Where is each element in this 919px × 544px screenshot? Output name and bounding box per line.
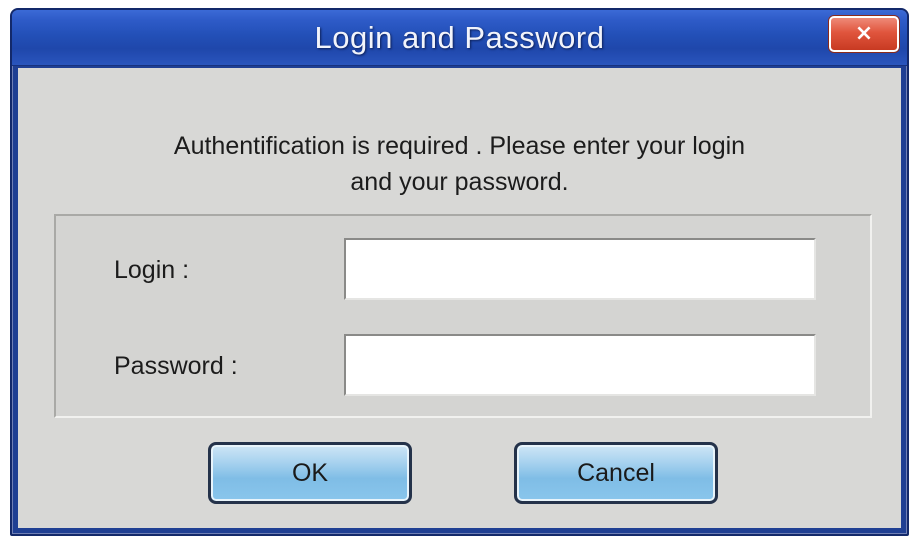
ok-button[interactable]: OK bbox=[208, 442, 412, 504]
credentials-panel: Login : Password : bbox=[54, 214, 872, 418]
auth-message-line-2: and your password. bbox=[350, 168, 569, 196]
login-dialog-window: Login and Password × Authentification is… bbox=[10, 8, 909, 536]
dialog-body: Authentification is required . Please en… bbox=[18, 68, 901, 528]
password-label: Password : bbox=[114, 352, 238, 380]
cancel-button[interactable]: Cancel bbox=[514, 442, 718, 504]
login-input[interactable] bbox=[344, 238, 816, 300]
window-title: Login and Password bbox=[314, 20, 605, 55]
auth-message-line-1: Authentification is required . Please en… bbox=[173, 132, 746, 160]
close-icon: × bbox=[854, 21, 874, 46]
auth-message: Authentification is required . Please en… bbox=[18, 128, 901, 200]
password-input[interactable] bbox=[344, 334, 816, 396]
title-bar[interactable]: Login and Password × bbox=[12, 10, 907, 66]
close-button[interactable]: × bbox=[829, 16, 899, 52]
login-label: Login : bbox=[114, 256, 190, 284]
